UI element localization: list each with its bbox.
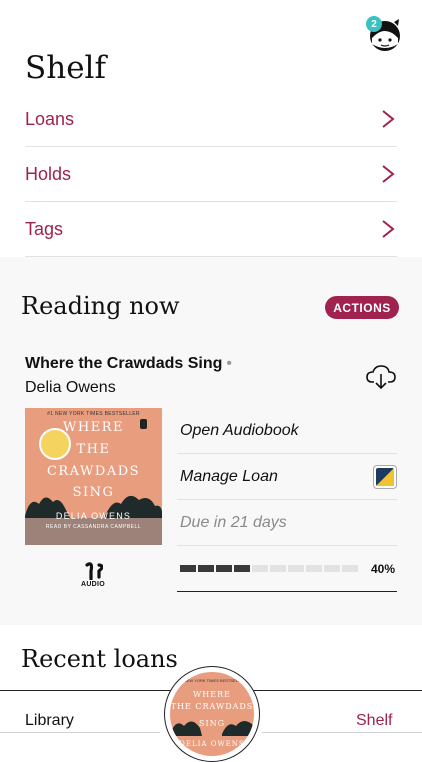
nav-item-label: Tags: [25, 218, 64, 239]
recent-loans-heading: Recent loans: [21, 645, 178, 673]
tab-library[interactable]: Library: [25, 712, 74, 730]
tab-underline: [262, 732, 422, 733]
library-card-icon: [373, 464, 397, 489]
nav-item-label: Holds: [25, 163, 72, 184]
page-title: Shelf: [25, 50, 106, 86]
progress-segment: [234, 565, 250, 572]
progress-segment: [216, 565, 232, 572]
cloud-download-icon[interactable]: [366, 364, 396, 390]
book-options: Open Audiobook Manage Loan Due in 21 day…: [177, 408, 397, 592]
manage-loan-option[interactable]: Manage Loan: [177, 454, 397, 500]
progress-segment: [288, 565, 304, 572]
tab-bar-divider: [252, 690, 422, 691]
open-audiobook-option[interactable]: Open Audiobook: [177, 408, 397, 454]
progress-segment: [180, 565, 196, 572]
reading-progress: 40%: [177, 546, 397, 592]
chevron-right-icon: [382, 165, 395, 183]
chevron-right-icon: [382, 220, 395, 238]
cover-title-line: CRAWDADS: [46, 464, 141, 479]
chevron-right-icon: [382, 110, 395, 128]
book-title-line[interactable]: Where the Crawdads Sing •: [25, 355, 232, 373]
nav-item-loans[interactable]: Loans: [25, 92, 397, 147]
due-date-info: Due in 21 days: [177, 500, 397, 546]
cover-title-line: WHERE: [63, 420, 124, 435]
cover-author: DELIA OWENS: [179, 740, 245, 748]
now-playing-cover[interactable]: #1 NEW YORK TIMES BESTSELLER WHERE THE C…: [170, 672, 254, 756]
tab-underline: [0, 732, 160, 733]
cover-title-line: THE: [76, 442, 111, 457]
notification-badge: 2: [366, 16, 382, 32]
progress-percent: 40%: [370, 561, 395, 576]
format-label: AUDIO: [80, 581, 106, 588]
cover-bestseller-text: #1 NEW YORK TIMES BESTSELLER: [178, 678, 246, 683]
book-title: Where the Crawdads Sing: [25, 355, 223, 372]
tab-shelf[interactable]: Shelf: [356, 712, 392, 730]
book-author[interactable]: Delia Owens: [25, 379, 116, 397]
cover-bestseller-text: #1 NEW YORK TIMES BESTSELLER: [47, 411, 140, 417]
cover-title-line: SING: [198, 719, 226, 728]
option-label: Manage Loan: [180, 467, 278, 485]
headphones-icon: [85, 562, 103, 580]
progress-segment: [198, 565, 214, 572]
book-cover[interactable]: #1 NEW YORK TIMES BESTSELLER WHERE THE C…: [25, 408, 162, 545]
cover-water-art: [25, 518, 162, 545]
nav-item-holds[interactable]: Holds: [25, 147, 397, 202]
progress-segment: [324, 565, 340, 572]
progress-segment: [306, 565, 322, 572]
cover-title-line: WHERE: [193, 690, 231, 699]
tab-bar-divider: [0, 690, 172, 691]
due-date-label: Due in 21 days: [180, 513, 287, 531]
reading-now-heading: Reading now: [21, 292, 180, 320]
progress-segment: [342, 565, 358, 572]
avatar[interactable]: 2: [366, 16, 402, 52]
nav-item-label: Loans: [25, 108, 75, 129]
title-separator: •: [226, 355, 232, 372]
progress-bar: [180, 565, 358, 572]
actions-button[interactable]: ACTIONS: [325, 296, 399, 319]
nav-item-tags[interactable]: Tags: [25, 202, 397, 257]
progress-segment: [252, 565, 268, 572]
cover-title-line: THE CRAWDADS: [170, 702, 254, 711]
cover-reader: READ BY CASSANDRA CAMPBELL: [45, 524, 142, 530]
progress-segment: [270, 565, 286, 572]
shelf-nav: Loans Holds Tags: [25, 92, 397, 257]
cover-author: DELIA OWENS: [55, 511, 132, 521]
option-label: Open Audiobook: [180, 421, 299, 439]
